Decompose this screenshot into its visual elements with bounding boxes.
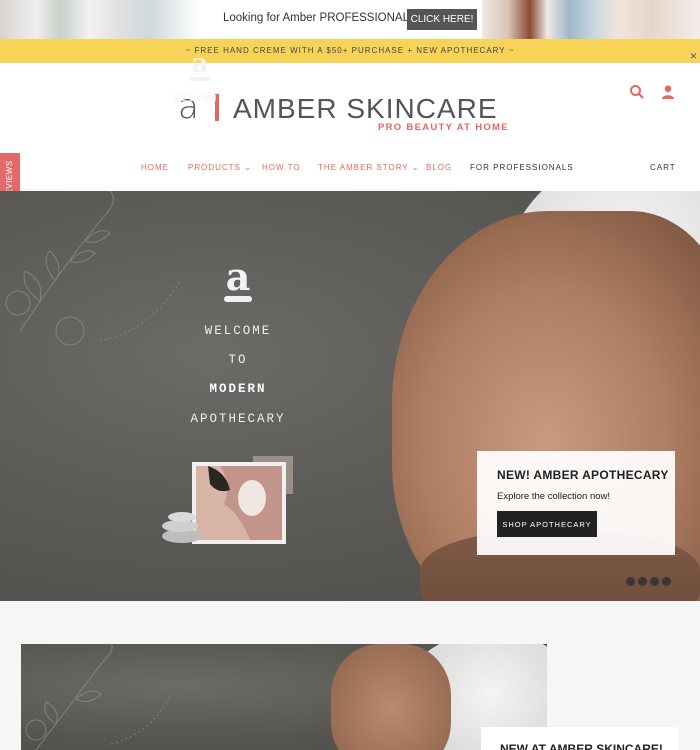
hero-line-2: TO bbox=[228, 353, 248, 367]
slider-dots bbox=[626, 573, 674, 591]
professional-site-banner[interactable]: Looking for Amber PROFESSIONAL SITE? CLI… bbox=[0, 0, 700, 39]
logo-mark[interactable]: a bbox=[178, 87, 199, 127]
apothecary-callout: NEW! AMBER APOTHECARY Explore the collec… bbox=[477, 451, 675, 555]
preview-logo-icon: a bbox=[190, 50, 210, 81]
nav-products[interactable]: PRODUCTS ⌄ bbox=[188, 163, 252, 172]
slide-dot-1[interactable] bbox=[626, 577, 635, 586]
account-icon[interactable] bbox=[660, 84, 676, 100]
nav-for-professionals[interactable]: FOR PROFESSIONALS bbox=[470, 163, 574, 172]
product-images-right bbox=[482, 0, 700, 39]
featured-banner[interactable] bbox=[21, 644, 547, 750]
hero-line-1: WELCOME bbox=[204, 324, 272, 338]
bath-collage-image bbox=[162, 456, 293, 544]
preview-model-photo bbox=[331, 644, 451, 750]
shop-apothecary-button[interactable]: SHOP APOTHECARY bbox=[497, 511, 597, 537]
nav-amber-story[interactable]: THE AMBER STORY ⌄ bbox=[318, 163, 420, 172]
cart-link[interactable]: CART bbox=[650, 163, 676, 172]
svg-text:a: a bbox=[226, 258, 251, 299]
hero-line-4: APOTHECARY bbox=[190, 412, 286, 426]
announcement-bar: ~ FREE HAND CREME WITH A $50+ PURCHASE +… bbox=[0, 39, 700, 63]
nav-blog[interactable]: BLOG bbox=[426, 163, 452, 172]
nav-how-to[interactable]: HOW TO bbox=[262, 163, 301, 172]
announcement-text: ~ FREE HAND CREME WITH A $50+ PURCHASE +… bbox=[185, 46, 515, 55]
slide-dot-4[interactable] bbox=[662, 577, 671, 586]
callout-title: NEW! AMBER APOTHECARY bbox=[497, 468, 669, 482]
apothecary-logo-icon: a bbox=[224, 258, 252, 302]
click-here-button[interactable]: CLICK HERE! bbox=[407, 9, 477, 30]
callout-subtitle: Explore the collection now! bbox=[497, 491, 611, 502]
slide-dot-3[interactable] bbox=[650, 577, 659, 586]
botanical-stamp-small-icon bbox=[25, 644, 172, 750]
logo-tagline: PRO BEAUTY AT HOME bbox=[378, 122, 509, 133]
svg-text:a: a bbox=[192, 50, 209, 79]
nav-home[interactable]: HOME bbox=[141, 163, 169, 172]
preview-welcome: WELCOME bbox=[174, 94, 226, 104]
new-at-amber-title: NEW AT AMBER SKINCARE! bbox=[500, 742, 663, 750]
page: Looking for Amber PROFESSIONAL SITE? CLI… bbox=[0, 0, 700, 750]
search-icon[interactable] bbox=[629, 84, 645, 100]
new-at-amber-card: NEW AT AMBER SKINCARE! bbox=[481, 727, 678, 750]
logo-name[interactable]: AMBER SKINCARE bbox=[233, 93, 498, 125]
slide-dot-2[interactable] bbox=[638, 577, 647, 586]
product-images-left bbox=[0, 0, 200, 39]
hero-line-3: MODERN bbox=[209, 382, 267, 396]
site-header: a AMBER SKINCARE PRO BEAUTY AT HOME HOME… bbox=[0, 63, 700, 191]
